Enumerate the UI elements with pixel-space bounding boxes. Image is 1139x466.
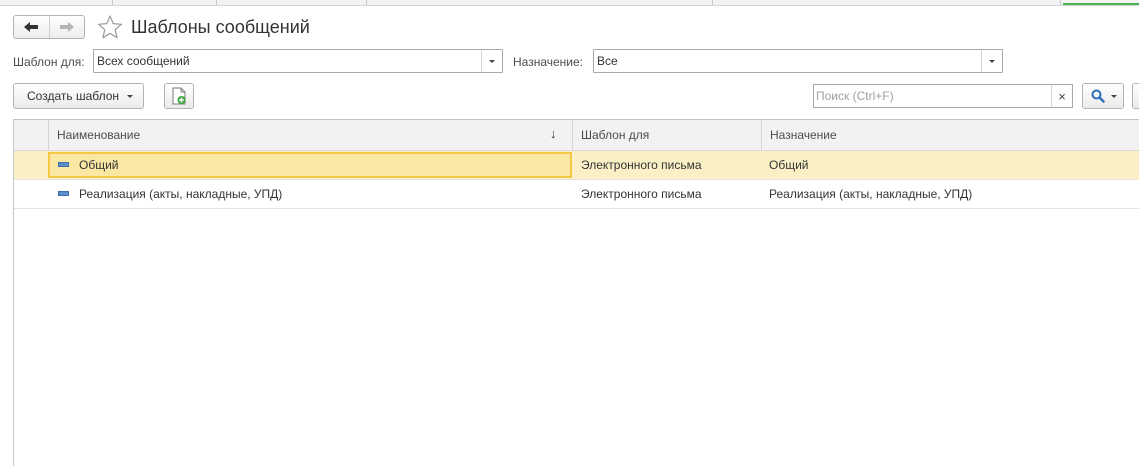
search-options-button[interactable] (1082, 83, 1124, 109)
row-purpose: Реализация (акты, накладные, УПД) (769, 187, 973, 201)
chevron-down-icon (127, 94, 134, 98)
row-template-for: Электронного письма (581, 187, 702, 201)
arrow-left-icon (24, 22, 39, 32)
purpose-select[interactable]: Все (593, 49, 1003, 73)
templates-table: Наименование ↓ Шаблон для Назначение Общ… (13, 119, 1139, 466)
tab-separator (712, 0, 713, 5)
arrow-right-icon (59, 22, 74, 32)
template-item-icon (58, 191, 69, 196)
column-header-template-for[interactable]: Шаблон для (572, 120, 761, 150)
navigation-buttons (13, 15, 85, 39)
header-marker-column (14, 120, 48, 150)
focused-cell (48, 152, 572, 178)
create-template-button[interactable]: Создать шаблон (13, 83, 144, 109)
row-purpose: Общий (769, 158, 809, 172)
more-actions-button[interactable] (1132, 83, 1139, 109)
document-add-icon (172, 87, 186, 105)
purpose-value: Все (597, 54, 618, 68)
row-name: Общий (79, 158, 119, 172)
window-tab-strip (0, 0, 1139, 6)
purpose-label: Назначение: (513, 55, 584, 69)
tab-separator (1060, 0, 1061, 5)
tab-separator (112, 0, 113, 5)
column-header-purpose[interactable]: Назначение (761, 120, 1139, 150)
template-for-value: Всех сообщений (97, 54, 190, 68)
search-field[interactable]: × (813, 84, 1073, 108)
chevron-down-icon (1111, 94, 1117, 98)
template-for-dropdown-button[interactable] (481, 50, 502, 72)
forward-button[interactable] (48, 16, 85, 38)
tab-separator (216, 0, 217, 5)
tab-separator (366, 0, 367, 5)
active-tab-indicator (1063, 3, 1139, 5)
search-input[interactable] (816, 87, 1046, 105)
back-button[interactable] (14, 16, 49, 38)
search-clear-button[interactable]: × (1051, 85, 1072, 107)
template-item-icon (58, 162, 69, 167)
template-for-label: Шаблон для: (13, 55, 85, 69)
favorite-star-icon[interactable] (97, 14, 123, 40)
table-row[interactable]: Общий Электронного письма Общий (14, 151, 1139, 180)
create-template-label: Создать шаблон (27, 89, 120, 103)
row-template-for: Электронного письма (581, 158, 702, 172)
table-header: Наименование ↓ Шаблон для Назначение (14, 120, 1139, 151)
search-icon (1091, 89, 1105, 103)
chevron-down-icon (989, 59, 995, 63)
add-from-file-button[interactable] (164, 83, 194, 109)
chevron-down-icon (489, 59, 495, 63)
sort-descending-icon: ↓ (550, 126, 557, 141)
page-title: Шаблоны сообщений (131, 17, 310, 37)
row-name: Реализация (акты, накладные, УПД) (79, 187, 283, 201)
template-for-select[interactable]: Всех сообщений (93, 49, 503, 73)
column-header-name[interactable]: Наименование (48, 120, 572, 150)
table-row[interactable]: Реализация (акты, накладные, УПД) Электр… (14, 180, 1139, 209)
purpose-dropdown-button[interactable] (981, 50, 1002, 72)
